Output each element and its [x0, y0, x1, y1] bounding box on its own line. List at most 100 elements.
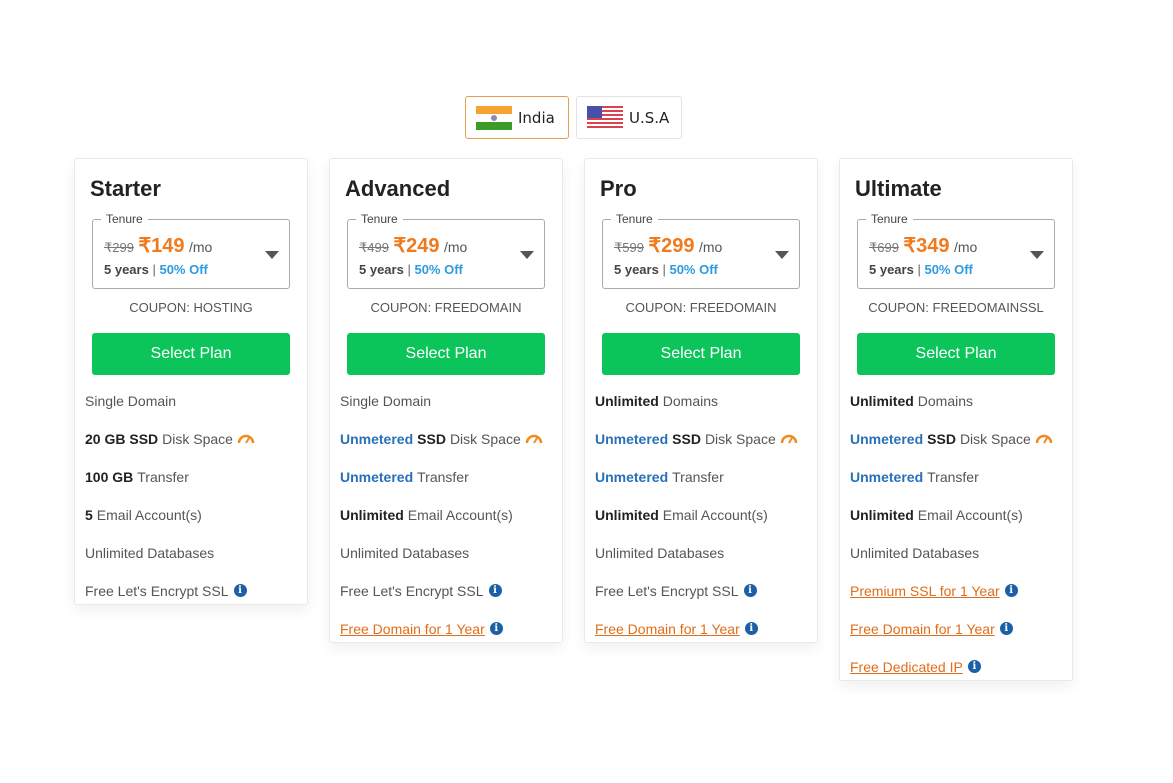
info-icon[interactable]: i	[489, 622, 503, 635]
feature-highlight: Unmetered	[340, 431, 414, 447]
separator: |	[152, 262, 156, 277]
original-price: ₹499	[359, 240, 389, 255]
feature-list: Single Domain Unmetered SSD Disk Space Unmet…	[340, 391, 556, 657]
feature-text: Free Let's Encrypt SSL	[340, 583, 484, 599]
feature-disk-space: Unmetered SSD Disk Space	[595, 429, 811, 467]
coupon-code: COUPON: FREEDOMAIN	[625, 300, 777, 315]
info-icon[interactable]: i	[488, 584, 502, 597]
original-price: ₹599	[614, 240, 644, 255]
feature-ssd: SSD	[672, 431, 701, 447]
feature-highlight: Unlimited	[850, 507, 914, 523]
feature-transfer: 100 GB Transfer	[85, 467, 301, 505]
feature-disk-space: Unmetered SSD Disk Space	[850, 429, 1066, 467]
feature-ssl: Free Let's Encrypt SSL i	[595, 581, 811, 619]
select-plan-button[interactable]: Select Plan	[92, 333, 290, 375]
discount-badge: 50% Off	[414, 262, 463, 277]
tenure-label: Tenure	[866, 212, 913, 226]
caret-down-icon[interactable]	[775, 251, 789, 259]
feature-databases: Unlimited Databases	[85, 543, 301, 581]
feature-text: Email Account(s)	[917, 507, 1023, 523]
feature-text: Email Account(s)	[96, 507, 202, 523]
price-line: ₹599 ₹299 /mo	[614, 233, 722, 258]
discounted-price: ₹149	[138, 235, 185, 257]
select-plan-button[interactable]: Select Plan	[857, 333, 1055, 375]
speed-gauge-icon	[525, 434, 542, 444]
feature-text: Unlimited Databases	[85, 545, 215, 561]
select-plan-button[interactable]: Select Plan	[602, 333, 800, 375]
tenure-select[interactable]: Tenure ₹499 ₹249 /mo 5 years | 50% Off	[347, 212, 545, 289]
feature-email: Unlimited Email Account(s)	[850, 505, 1066, 543]
feature-domains: Single Domain	[85, 391, 301, 429]
feature-text: Transfer	[137, 469, 189, 485]
feature-highlight: 20 GB SSD	[85, 431, 159, 447]
price-period: /mo	[953, 239, 978, 255]
original-price: ₹699	[869, 240, 899, 255]
feature-databases: Unlimited Databases	[595, 543, 811, 581]
feature-domains: Unlimited Domains	[595, 391, 811, 429]
feature-highlight: Unlimited	[595, 393, 659, 409]
feature-list: Unlimited Domains Unmetered SSD Disk Space Un…	[595, 391, 811, 657]
discounted-price: ₹299	[648, 235, 695, 257]
tenure-select[interactable]: Tenure ₹299 ₹149 /mo 5 years | 50% Off	[92, 212, 290, 289]
price-period: /mo	[698, 239, 723, 255]
feature-transfer: Unmetered Transfer	[850, 467, 1066, 505]
tenure-select[interactable]: Tenure ₹699 ₹349 /mo 5 years | 50% Off	[857, 212, 1055, 289]
separator: |	[917, 262, 921, 277]
price-line: ₹499 ₹249 /mo	[359, 233, 467, 258]
free-domain-link[interactable]: Free Domain for 1 Year	[340, 621, 485, 637]
plan-title: Ultimate	[855, 176, 942, 201]
country-india-button[interactable]: India	[465, 96, 569, 139]
plan-card-advanced: Advanced Tenure ₹499 ₹249 /mo 5 years | …	[329, 158, 563, 643]
premium-ssl-link[interactable]: Premium SSL for 1 Year	[850, 583, 1000, 599]
feature-highlight: Unlimited	[850, 393, 914, 409]
tenure-select[interactable]: Tenure ₹599 ₹299 /mo 5 years | 50% Off	[602, 212, 800, 289]
select-plan-button[interactable]: Select Plan	[347, 333, 545, 375]
speed-gauge-icon	[1035, 434, 1052, 444]
feature-databases: Unlimited Databases	[850, 543, 1066, 581]
plan-card-starter: Starter Tenure ₹299 ₹149 /mo 5 years | 5…	[74, 158, 308, 605]
feature-highlight: Unmetered	[850, 431, 924, 447]
feature-free-domain: Free Domain for 1 Year i	[595, 619, 811, 657]
feature-email: Unlimited Email Account(s)	[595, 505, 811, 543]
feature-text: Transfer	[417, 469, 469, 485]
feature-highlight: Unlimited	[595, 507, 659, 523]
caret-down-icon[interactable]	[265, 251, 279, 259]
feature-ssd: SSD	[417, 431, 446, 447]
country-switcher: India U.S.A	[465, 96, 682, 139]
caret-down-icon[interactable]	[1030, 251, 1044, 259]
info-icon[interactable]: i	[1004, 584, 1018, 597]
term-length: 5 years	[104, 262, 149, 277]
feature-domains: Single Domain	[340, 391, 556, 429]
feature-text: Disk Space	[449, 431, 521, 447]
info-icon[interactable]: i	[999, 622, 1013, 635]
info-icon[interactable]: i	[743, 584, 757, 597]
separator: |	[662, 262, 666, 277]
feature-transfer: Unmetered Transfer	[595, 467, 811, 505]
free-domain-link[interactable]: Free Domain for 1 Year	[595, 621, 740, 637]
feature-text: Transfer	[927, 469, 979, 485]
feature-text: Free Let's Encrypt SSL	[595, 583, 739, 599]
term-line: 5 years | 50% Off	[614, 262, 718, 277]
usa-flag-icon	[587, 105, 623, 130]
tenure-label: Tenure	[101, 212, 148, 226]
feature-free-domain: Free Domain for 1 Year i	[340, 619, 556, 657]
feature-text: Email Account(s)	[407, 507, 513, 523]
dedicated-ip-link[interactable]: Free Dedicated IP	[850, 659, 963, 675]
feature-ssd: SSD	[927, 431, 956, 447]
caret-down-icon[interactable]	[520, 251, 534, 259]
info-icon[interactable]: i	[967, 660, 981, 673]
discounted-price: ₹349	[903, 235, 950, 257]
feature-highlight: Unmetered	[595, 431, 669, 447]
feature-transfer: Unmetered Transfer	[340, 467, 556, 505]
plan-title: Pro	[600, 176, 637, 201]
free-domain-link[interactable]: Free Domain for 1 Year	[850, 621, 995, 637]
feature-email: Unlimited Email Account(s)	[340, 505, 556, 543]
feature-ssl: Free Let's Encrypt SSL i	[85, 581, 301, 619]
feature-text: Disk Space	[704, 431, 776, 447]
info-icon[interactable]: i	[233, 584, 247, 597]
feature-text: Single Domain	[340, 393, 432, 409]
tenure-label: Tenure	[356, 212, 403, 226]
info-icon[interactable]: i	[744, 622, 758, 635]
feature-email: 5 Email Account(s)	[85, 505, 301, 543]
country-usa-button[interactable]: U.S.A	[576, 96, 682, 139]
